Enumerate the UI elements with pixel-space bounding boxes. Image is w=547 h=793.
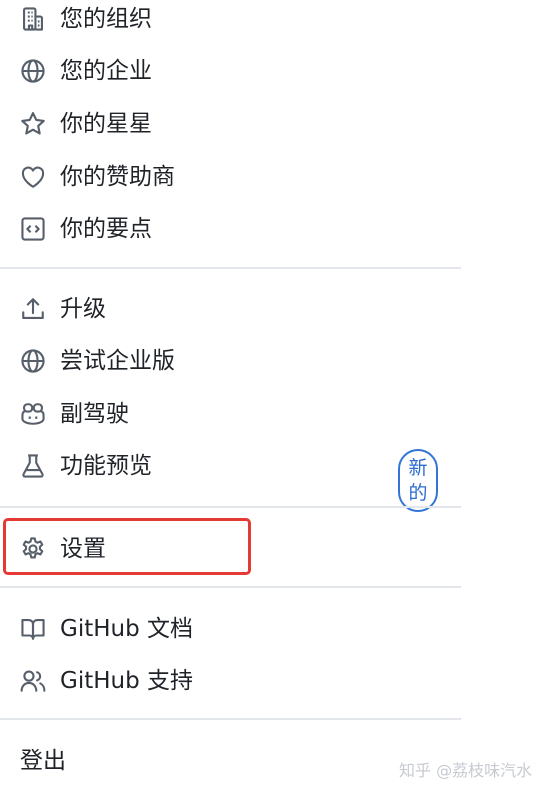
people-icon <box>20 668 46 694</box>
menu-item-label: GitHub 支持 <box>60 667 194 694</box>
menu-item-try-enterprise[interactable]: 尝试企业版 <box>20 341 175 381</box>
menu-item-label: 您的企业 <box>60 57 152 84</box>
menu-item-feature-preview[interactable]: 功能预览 <box>20 446 152 486</box>
menu-item-enterprises[interactable]: 您的企业 <box>20 51 152 91</box>
menu-divider <box>0 267 461 269</box>
menu-item-label: GitHub 文档 <box>60 615 194 642</box>
menu-item-label: 功能预览 <box>60 452 152 479</box>
menu-item-sign-out[interactable]: 登出 <box>20 741 66 781</box>
menu-item-copilot[interactable]: 副驾驶 <box>20 394 129 434</box>
star-icon <box>20 111 46 137</box>
menu-item-github-support[interactable]: GitHub 支持 <box>20 661 193 701</box>
menu-item-upgrade[interactable]: 升级 <box>20 289 106 329</box>
menu-item-label: 你的星星 <box>60 110 152 137</box>
heart-icon <box>20 164 46 190</box>
book-icon <box>20 616 46 642</box>
menu-item-label: 登出 <box>20 747 66 774</box>
menu-divider <box>0 718 461 720</box>
menu-divider <box>0 586 461 588</box>
copilot-icon <box>20 401 46 427</box>
globe-icon <box>20 58 46 84</box>
menu-item-organizations[interactable]: 您的组织 <box>20 0 152 39</box>
highlight-box <box>3 518 251 575</box>
menu-item-label: 你的要点 <box>60 215 152 242</box>
new-badge: 新的 <box>398 449 438 512</box>
upload-icon <box>20 296 46 322</box>
globe-icon <box>20 348 46 374</box>
watermark: 知乎 @荔枝味汽水 <box>399 761 533 780</box>
menu-item-sponsors[interactable]: 你的赞助商 <box>20 157 175 197</box>
organization-icon <box>20 6 46 32</box>
menu-item-github-docs[interactable]: GitHub 文档 <box>20 609 193 649</box>
menu-item-label: 你的赞助商 <box>60 163 175 190</box>
menu-item-label: 尝试企业版 <box>60 347 175 374</box>
menu-item-label: 您的组织 <box>60 5 152 32</box>
menu-item-label: 副驾驶 <box>60 400 129 427</box>
menu-item-label: 升级 <box>60 295 106 322</box>
beaker-icon <box>20 453 46 479</box>
code-square-icon <box>20 216 46 242</box>
menu-item-stars[interactable]: 你的星星 <box>20 104 152 144</box>
menu-divider <box>0 506 461 508</box>
menu-item-gists[interactable]: 你的要点 <box>20 209 152 249</box>
